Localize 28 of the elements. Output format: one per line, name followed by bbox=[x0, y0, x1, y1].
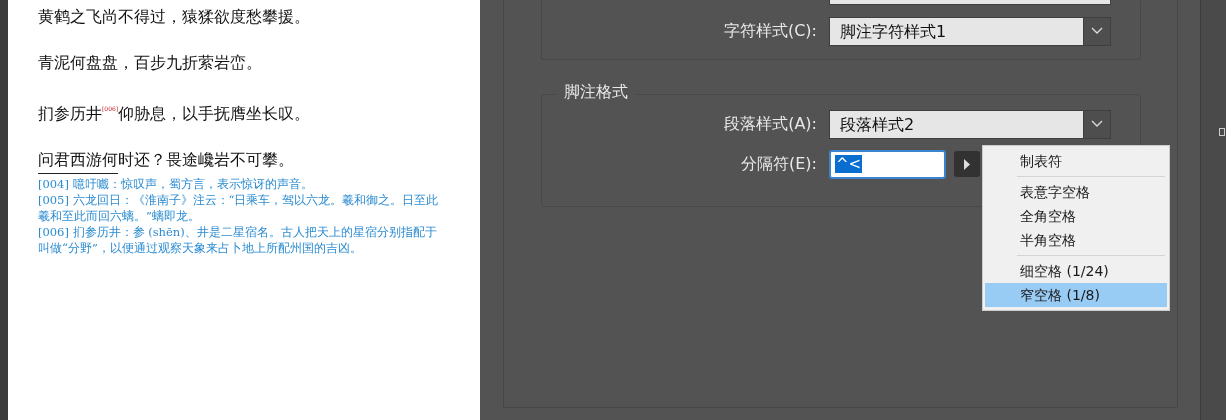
chevron-icon bbox=[1091, 120, 1103, 128]
field-label: 字符样式(C): bbox=[722, 20, 817, 42]
field-label: 分隔符(E): bbox=[740, 153, 817, 175]
menu-item[interactable]: 窄空格 (1/8) bbox=[985, 283, 1167, 307]
menu-item[interactable]: 半角空格 bbox=[985, 228, 1167, 252]
footnote-text: 叫做“分野”，以便通过观察天象来占卜地上所配州国的吉凶。 bbox=[38, 240, 362, 256]
field-label: 段落样式(A): bbox=[723, 113, 817, 135]
poem-line: 问君西游何时还？畏途巉岩不可攀。 bbox=[38, 149, 294, 171]
footnote-text: [005] 六龙回日：《淮南子》注云：“日乘车，驾以六龙。羲和御之。日至此 bbox=[38, 192, 439, 208]
footnote-text: [004] 噫吁嚱：惊叹声，蜀方言，表示惊讶的声音。 bbox=[38, 176, 313, 192]
footnote-text: [006] 扪参历井：参 (shēn)、井是二星宿名。古人把天上的星宿分别指配于 bbox=[38, 224, 437, 240]
menu-item[interactable]: 细空格 (1/24) bbox=[985, 259, 1167, 283]
paragraph-style-dropdown[interactable]: 段落样式2 bbox=[829, 109, 1111, 139]
character-style-dropdown[interactable]: 脚注字符样式1 bbox=[829, 16, 1111, 46]
chevron-icon bbox=[1091, 27, 1103, 35]
menu-item[interactable]: 全角空格 bbox=[985, 204, 1167, 228]
group-title: 脚注格式 bbox=[556, 82, 636, 103]
menu-item[interactable]: 表意字空格 bbox=[985, 180, 1167, 204]
insert-special-button[interactable] bbox=[954, 151, 980, 177]
footnote-text: 羲和至此而回六螭。”螭即龙。 bbox=[38, 208, 200, 224]
separator-input[interactable]: ^< bbox=[829, 149, 946, 179]
menu-item[interactable]: 制表符 bbox=[985, 149, 1167, 173]
dropdown-field[interactable] bbox=[829, 0, 1111, 5]
poem-line: 青泥何盘盘，百步九折萦岩峦。 bbox=[38, 52, 262, 74]
play-triangle-icon bbox=[963, 158, 971, 170]
square-icon bbox=[1219, 128, 1225, 136]
poem-line: 黄鹤之飞尚不得过，猿猱欲度愁攀援。 bbox=[38, 6, 310, 28]
poem-line: 扪参历井$^{[006]}$仰胁息，以手抚膺坐长叹。 bbox=[38, 103, 311, 125]
